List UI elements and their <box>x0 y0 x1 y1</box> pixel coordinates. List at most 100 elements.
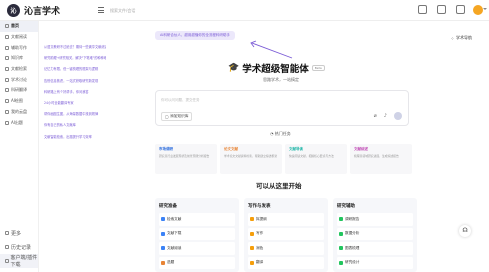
panel-item[interactable]: 润色 <box>248 242 324 255</box>
sidebar-item-label: 文献阅读 <box>11 34 27 40</box>
book-icon <box>5 56 9 61</box>
download-icon <box>161 231 165 236</box>
hot-task-cards: 市场调研 研究某行业发展现状及前景预测分析报告 论文文献 学术论文文献资料检索，… <box>155 144 412 174</box>
academic-nav-link[interactable]: ⁘ 学术导航 <box>451 35 472 41</box>
promo-chip[interactable]: AI科研合伙人，越用越懂你的全流程科研助手 <box>155 31 235 40</box>
panel-item[interactable]: 数据分析 <box>337 227 413 240</box>
avatar[interactable] <box>473 5 483 15</box>
sidebar-item-reading[interactable]: 文献阅读 <box>0 32 38 43</box>
panel-item[interactable]: 选题 <box>159 256 235 269</box>
card-title: 文献综述 <box>354 147 368 151</box>
sidebar-item-label: 客户端/插件下载 <box>10 255 38 268</box>
sidebar-item-label: AI出题 <box>11 119 23 125</box>
translate-icon <box>250 260 254 265</box>
card-desc: 研究某行业发展现状及前景预测分析报告 <box>159 153 210 158</box>
sidebar-item-translate[interactable]: 科研翻译 <box>0 85 38 96</box>
crown-icon[interactable] <box>437 5 446 14</box>
panel-item[interactable]: 检索文献 <box>159 213 235 226</box>
card-desc: 学术论文文献资料检索，帮助建立综述框架 <box>224 153 278 158</box>
list-item: 文献智能检索，出题提升学习效率 <box>44 134 92 139</box>
menu-icon[interactable] <box>98 7 104 13</box>
mic-icon[interactable]: ♪ <box>384 113 387 119</box>
task-card[interactable]: 市场调研 研究某行业发展现状及前景预测分析报告 <box>155 144 217 174</box>
grid-icon: ⁘ <box>450 35 454 41</box>
list-item: 从语文教研不过瘾去？期待一些爽享文献综述 <box>44 45 106 49</box>
sidebar-item-home[interactable]: 首页 <box>0 21 38 32</box>
panel-item[interactable]: 文献阅读 <box>159 242 235 255</box>
doc-icon <box>161 246 165 251</box>
lightbulb-icon <box>161 260 165 265</box>
search-icon <box>161 217 165 222</box>
panel-item[interactable]: 研究设计 <box>337 256 413 269</box>
hot-tasks-label: ◔ 热门任务 <box>270 131 291 136</box>
feature-hint-list: 从语文教研不过瘾去？期待一些爽享文献综述 研究助理+研究相关，解决"下笔难"的种… <box>44 42 106 143</box>
attach-icon[interactable]: ⌀ <box>374 113 377 119</box>
more-icon <box>5 231 9 235</box>
pen-icon <box>5 45 9 50</box>
sidebar-item-label: 学术讨论 <box>11 76 27 82</box>
pen-icon <box>250 231 254 236</box>
start-panels: 研究准备 检索文献 文献下载 文献阅读 选题 写作与发表 拟提纲 写作 润色 翻… <box>155 198 417 272</box>
doc-icon <box>5 35 9 40</box>
sidebar-item-drawing[interactable]: AI绘图 <box>0 96 38 107</box>
section-title: 可以从这里开始 <box>256 182 302 190</box>
sidebar-item-cloud[interactable]: 我的云盘 <box>0 107 38 118</box>
sidebar-item-more[interactable]: 更多 <box>0 226 38 240</box>
diagram-icon <box>339 246 343 251</box>
panel-item[interactable]: 拟提纲 <box>248 213 324 226</box>
sidebar-item-history[interactable]: 历史记录 <box>0 240 38 254</box>
sidebar-item-search[interactable]: 文献检索 <box>0 64 38 75</box>
panel-item[interactable]: 调研报告 <box>337 213 413 226</box>
sidebar-item-writing[interactable]: 辅助写作 <box>0 42 38 53</box>
page-subtitle: 思路学术，一站搞定 <box>263 77 299 82</box>
panel-title: 写作与发表 <box>248 204 271 209</box>
sidebar-item-label: 文献检索 <box>11 66 27 72</box>
download-icon <box>5 259 9 263</box>
design-icon <box>339 260 343 265</box>
app-logo[interactable]: 沁 沁言学术 <box>7 4 60 17</box>
translate-icon <box>5 88 9 93</box>
title-text: 学术超级智能体 <box>242 64 309 75</box>
graduation-cap-icon: 🎓 <box>228 63 240 73</box>
panel-item[interactable]: 翻译 <box>248 256 324 269</box>
card-desc: 梳理某领域研究进展，生成综述报告 <box>354 153 399 158</box>
sidebar-item-label: 我的云盘 <box>11 108 27 114</box>
sidebar-item-quiz[interactable]: AI出题 <box>0 117 38 128</box>
polish-icon <box>250 246 254 251</box>
knowledge-icon: ▢ <box>165 114 169 119</box>
chevron-down-icon[interactable] <box>483 8 487 10</box>
panel-item[interactable]: 文献下载 <box>159 227 235 240</box>
sidebar-item-label: 辅助写作 <box>11 44 27 50</box>
bell-icon[interactable] <box>456 5 465 14</box>
add-knowledge-button[interactable]: ▢ 添加知识库 <box>161 112 193 121</box>
logo-icon: 沁 <box>7 4 20 17</box>
chat-input-box[interactable]: 你可以问问题、提交任务 ▢ 添加知识库 ⌀ ♪ <box>155 90 409 126</box>
panel-item[interactable]: 图表梳理 <box>337 242 413 255</box>
chat-input[interactable]: 你可以问问题、提交任务 <box>161 98 200 103</box>
list-item: 研究助理+研究相关，解决"下笔难"的种种难题 <box>44 56 106 61</box>
sidebar-item-knowledge[interactable]: 知识库 <box>0 53 38 64</box>
panel-research-assist: 研究辅助 调研报告 数据分析 图表梳理 研究设计 <box>333 198 417 272</box>
top-bar: 沁 沁言学术 搜索文件/会话 <box>0 0 489 21</box>
support-icon[interactable]: ☊ <box>459 225 471 237</box>
sidebar-item-discussion[interactable]: 学术讨论 <box>0 74 38 85</box>
outline-icon <box>250 217 254 222</box>
search-icon <box>5 67 9 72</box>
task-card[interactable]: 文献导读 快速阅读文献，把握核心要点与方法 <box>285 144 347 174</box>
panel-item[interactable]: 写作 <box>248 227 324 240</box>
send-button[interactable] <box>394 112 402 120</box>
app-name: 沁言学术 <box>24 7 61 17</box>
sidebar-item-label: 科研翻译 <box>11 87 27 93</box>
quiz-icon <box>5 120 9 125</box>
card-title: 市场调研 <box>159 147 173 151</box>
sidebar-item-label: 历史记录 <box>11 244 32 251</box>
chat-icon <box>5 77 9 82</box>
sidebar: 首页 文献阅读 辅助写作 知识库 文献检索 学术讨论 科研翻译 AI绘图 我的云… <box>0 21 39 272</box>
arrow-icon <box>250 40 293 59</box>
task-card[interactable]: 论文文献 学术论文文献资料检索，帮助建立综述框架 <box>220 144 282 174</box>
task-card[interactable]: 文献综述 梳理某领域研究进展，生成综述报告 <box>350 144 412 174</box>
home-icon <box>5 24 9 29</box>
gift-icon[interactable] <box>418 5 427 14</box>
search-input[interactable]: 搜索文件/会话 <box>106 5 194 16</box>
sidebar-item-download[interactable]: 客户端/插件下载 <box>0 254 38 268</box>
